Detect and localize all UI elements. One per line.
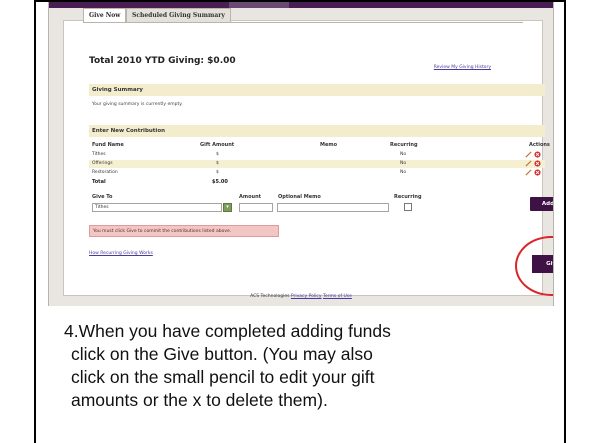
total-value: $5.00	[212, 179, 228, 185]
recurring-label: Recurring	[394, 194, 422, 200]
optional-memo-input[interactable]	[277, 203, 389, 212]
recurring-value: No	[400, 161, 407, 166]
delete-x-icon[interactable]	[534, 151, 541, 158]
tab-scheduled-giving-summary[interactable]: Scheduled Giving Summary	[126, 8, 231, 22]
screenshot: Give Now Scheduled Giving Summary Total …	[48, 2, 554, 306]
how-recurring-giving-works-link[interactable]: How Recurring Giving Works	[89, 251, 153, 256]
new-contribution-header: Enter New Contribution	[89, 125, 545, 137]
pencil-icon[interactable]	[525, 160, 532, 167]
table-row: Tithes $ No	[89, 151, 545, 159]
recurring-checkbox[interactable]	[404, 203, 412, 211]
delete-x-icon[interactable]	[534, 169, 541, 176]
delete-x-icon[interactable]	[534, 160, 541, 167]
footer-company: ACS Technologies	[250, 294, 290, 299]
caption-line-4: amounts or the x to delete them).	[71, 390, 328, 410]
fund-name: Restoration	[92, 170, 118, 175]
col-gift-amount: Gift Amount	[200, 142, 235, 148]
give-to-label: Give To	[92, 194, 113, 200]
total-row: Total $5.00	[89, 178, 545, 186]
pencil-icon[interactable]	[525, 151, 532, 158]
tab-give-now[interactable]: Give Now	[83, 8, 127, 22]
col-fund-name: Fund Name	[92, 142, 124, 148]
col-recurring: Recurring	[390, 142, 418, 148]
add-button[interactable]: Add	[530, 197, 553, 211]
give-to-select[interactable]: Tithes	[92, 203, 222, 212]
caption-line-1: 4.When you have completed adding funds	[64, 321, 391, 341]
caption-line-2: click on the Give button. (You may also	[71, 344, 373, 364]
recurring-value: No	[400, 170, 407, 175]
privacy-policy-link[interactable]: Privacy Policy	[291, 294, 322, 299]
ytd-total-title: Total 2010 YTD Giving: $0.00	[89, 56, 236, 66]
tab-divider	[83, 22, 523, 23]
caption-line-3: click on the small pencil to edit your g…	[71, 367, 375, 387]
col-memo: Memo	[320, 142, 338, 148]
instruction-caption: 4.When you have completed adding funds c…	[64, 320, 564, 412]
gift-amount: $	[216, 152, 219, 157]
pencil-icon[interactable]	[525, 169, 532, 176]
gift-amount: $	[216, 161, 219, 166]
optional-memo-label: Optional Memo	[278, 194, 321, 200]
chevron-down-icon[interactable]: ▾	[223, 203, 232, 212]
fund-name: Offerings	[92, 161, 113, 166]
giving-summary-header: Giving Summary	[89, 84, 545, 96]
recurring-value: No	[400, 152, 407, 157]
col-actions: Actions	[529, 142, 550, 148]
table-row: Offerings $ No	[89, 160, 545, 168]
give-warning-message: You must click Give to commit the contri…	[89, 225, 279, 237]
review-giving-history-link[interactable]: Review My Giving History	[434, 65, 491, 70]
fund-name: Tithes	[92, 152, 106, 157]
footer: ACS Technologies Privacy Policy Terms of…	[49, 294, 553, 299]
terms-of-use-link[interactable]: Terms of Use	[323, 294, 352, 299]
amount-input[interactable]	[239, 203, 273, 212]
gift-amount: $	[216, 170, 219, 175]
giving-summary-empty-text: Your giving summary is currently empty.	[92, 102, 183, 107]
table-row: Restoration $ No	[89, 169, 545, 177]
total-label: Total	[92, 179, 106, 185]
amount-label: Amount	[239, 194, 262, 200]
